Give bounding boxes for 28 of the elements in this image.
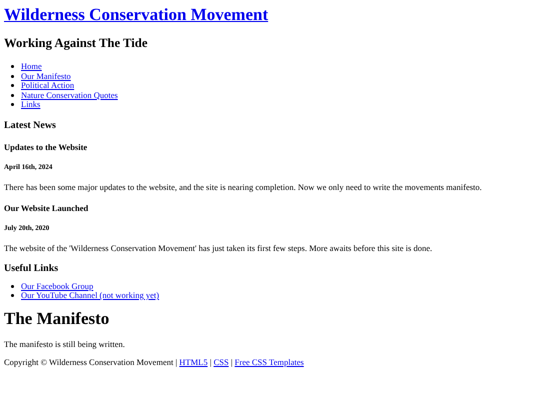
bullet-icon <box>11 65 14 68</box>
page-heading: The Manifesto <box>4 308 110 328</box>
bullet-icon <box>11 294 14 298</box>
bullet-icon <box>11 284 14 288</box>
section-heading: Useful Links <box>4 262 60 274</box>
section-heading: Latest News <box>4 120 57 130</box>
news-body: The website of the 'Wilderness Conservation Movement' has just taken its first few steps. More awaits before this site is done. <box>4 242 434 252</box>
bullet-icon <box>11 84 14 88</box>
footer-text: Copyright © Wilderness Conservation Movement | HTML5 | CSS | Free CSS Templates <box>4 356 305 366</box>
bullet-icon <box>11 74 14 78</box>
nav-link[interactable]: Our YouTube Channel (not working yet) <box>21 291 160 300</box>
footer-link[interactable]: CSS <box>214 356 229 366</box>
footer-link[interactable]: Free CSS Templates <box>234 356 304 366</box>
nav-link[interactable]: Our Facebook Group <box>21 282 94 291</box>
nav-link[interactable]: Political Action <box>21 81 74 90</box>
nav-link[interactable]: Nature Conservation Quotes <box>21 90 118 100</box>
manifesto-text: The manifesto is still being written. <box>4 338 126 348</box>
bullet-icon <box>11 94 14 97</box>
news-body: There has been some major updates to the website, and the site is nearing completion. Now we only need to write the movements manifesto. <box>4 182 483 192</box>
news-title: Our Website Launched <box>4 202 90 212</box>
footer-link[interactable]: HTML5 <box>179 356 208 366</box>
site-title-link[interactable]: Wilderness Conservation Movement <box>4 5 268 24</box>
news-title: Updates to the Website <box>4 142 88 152</box>
nav-link[interactable]: Home <box>21 62 42 72</box>
nav-link[interactable]: Our Manifesto <box>21 72 71 81</box>
bullet-icon <box>11 103 14 106</box>
nav-link[interactable]: Links <box>21 100 40 110</box>
tagline: Working Against The Tide <box>4 36 148 51</box>
